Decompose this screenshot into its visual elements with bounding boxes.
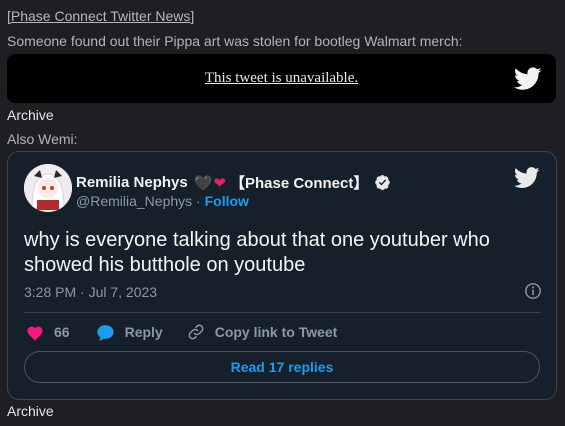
archive-link-2[interactable]: Archive (7, 403, 54, 419)
unavailable-tweet-embed: This tweet is unavailable. (7, 54, 556, 103)
channel-link[interactable]: [Phase Connect Twitter News] (7, 8, 194, 24)
avatar[interactable] (24, 164, 72, 212)
name-tag: 【Phase Connect】 (229, 175, 369, 192)
user-handle[interactable]: @Remilia_Nephys (76, 193, 192, 209)
divider (24, 312, 540, 313)
tweet-text: why is everyone talking about that one y… (24, 229, 490, 276)
link-icon (188, 324, 204, 340)
twitter-bird-icon (514, 67, 542, 90)
red-heart-icon: ❤ (213, 174, 226, 192)
archive-link-1[interactable]: Archive (7, 107, 54, 123)
black-heart-icon: 🖤 (193, 174, 213, 192)
copy-link-button[interactable]: Copy link to Tweet (187, 323, 338, 341)
follow-link[interactable]: Follow (205, 193, 249, 209)
handle-row: @Remilia_Nephys · Follow (76, 193, 249, 209)
display-name-row[interactable]: Remilia Nephys 🖤 ❤ 【Phase Connect】 (76, 172, 391, 193)
embedded-tweet-card: Remilia Nephys 🖤 ❤ 【Phase Connect】 @Remi… (7, 151, 557, 400)
info-icon[interactable] (524, 282, 542, 300)
reply-label: Reply (124, 324, 163, 340)
reply-bubble-icon (96, 324, 114, 341)
separator-dot: · (192, 193, 205, 209)
copy-link-label: Copy link to Tweet (214, 324, 338, 340)
post-text: Someone found out their Pippa art was st… (7, 33, 463, 49)
twitter-bird-icon[interactable] (514, 167, 540, 189)
display-name: Remilia Nephys (76, 174, 188, 191)
heart-icon (27, 326, 43, 340)
reply-button[interactable]: Reply (96, 324, 163, 341)
avatar-illustration (24, 164, 72, 212)
unavailable-text[interactable]: This tweet is unavailable. (7, 70, 556, 87)
like-button[interactable]: 66 (26, 324, 70, 341)
read-replies-button[interactable]: Read 17 replies (24, 351, 540, 383)
like-count: 66 (54, 324, 70, 340)
also-text: Also Wemi: (7, 131, 78, 147)
verified-badge-icon (375, 175, 391, 190)
tweet-actions: 66 Reply Copy link to Tweet (26, 323, 337, 341)
tweet-timestamp[interactable]: 3:28 PM · Jul 7, 2023 (24, 284, 157, 300)
